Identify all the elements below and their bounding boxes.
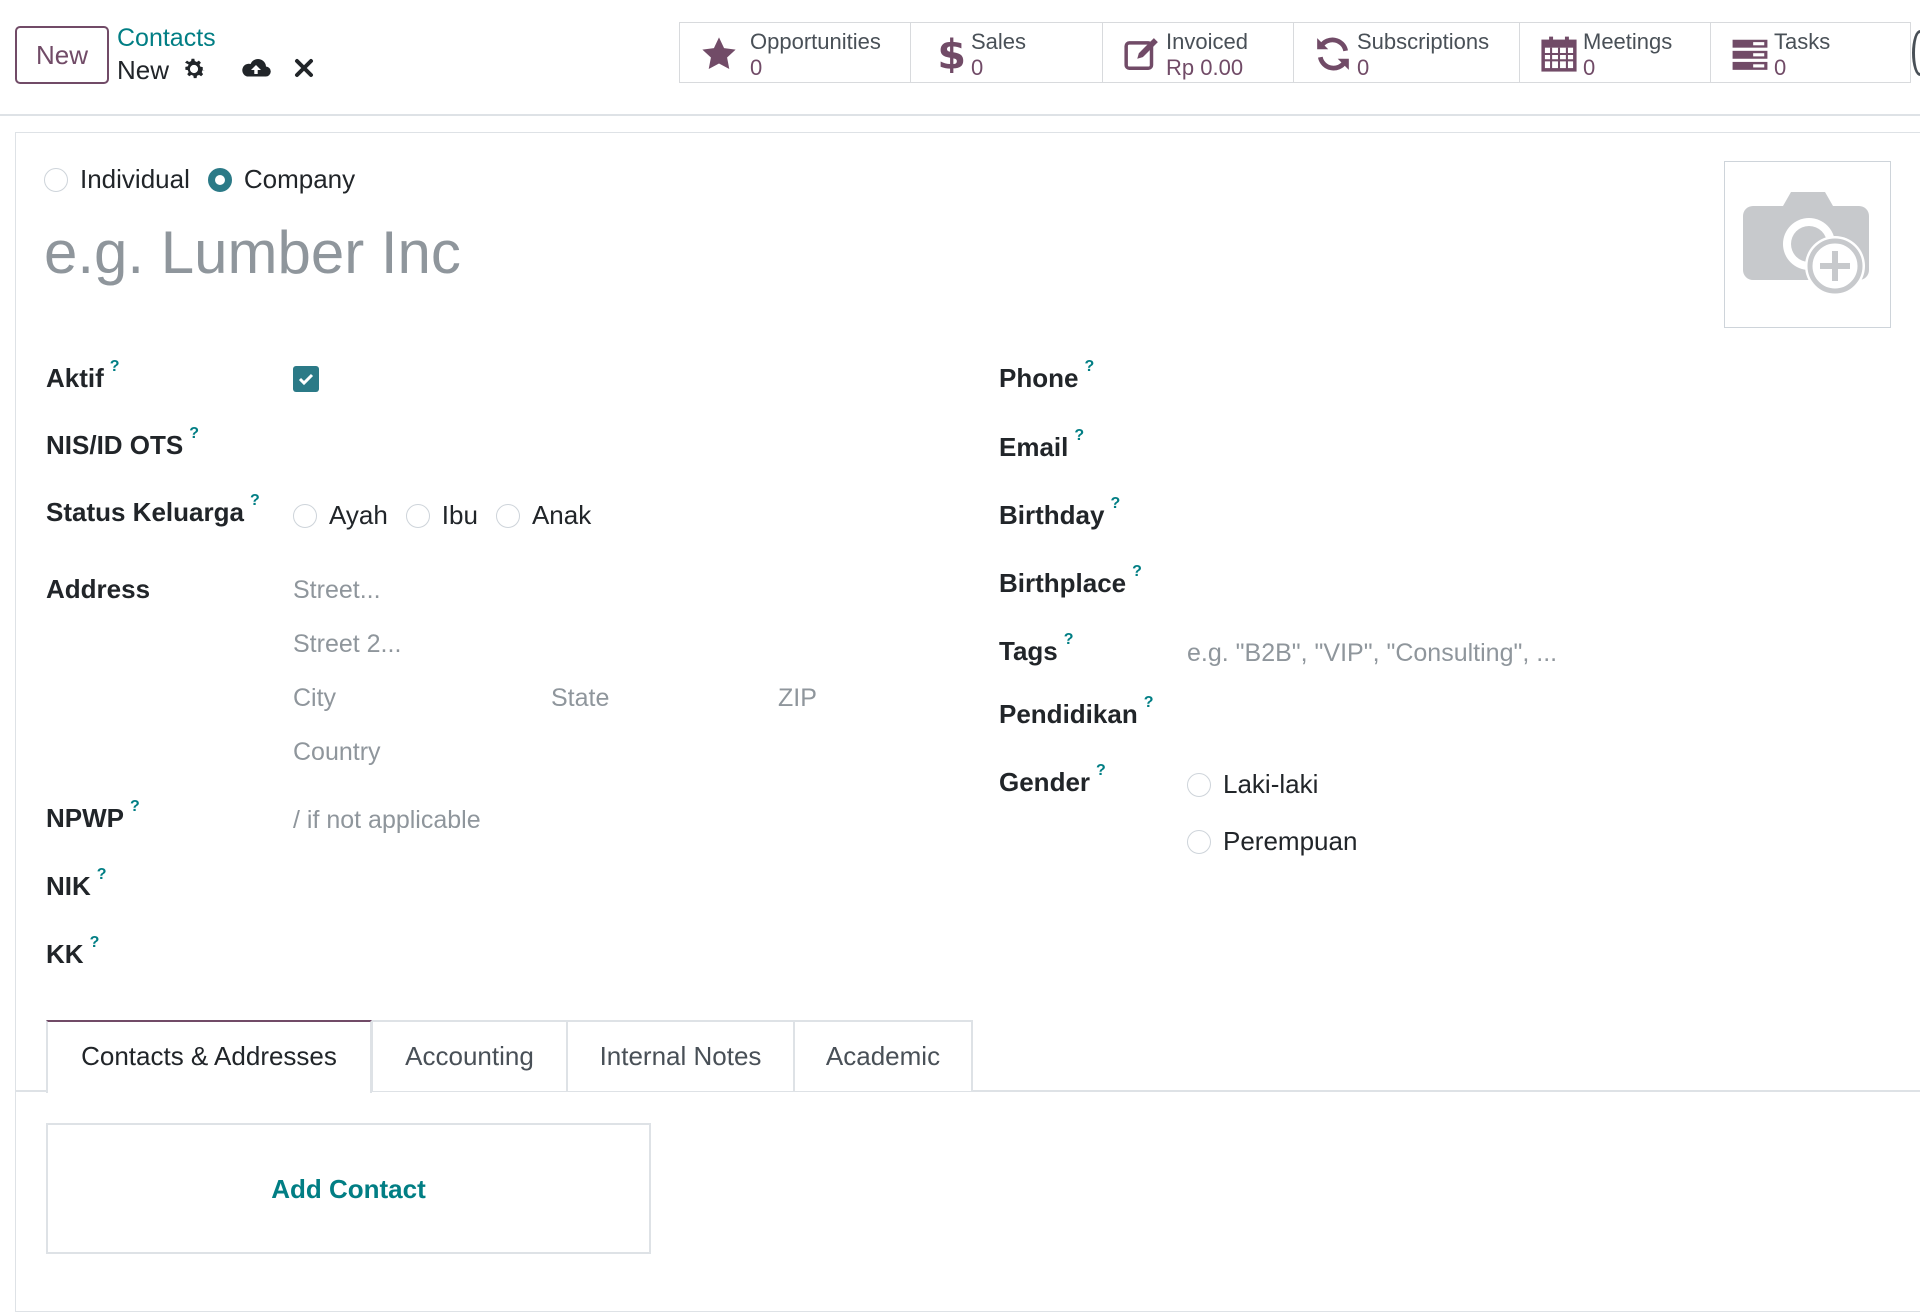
- smart-button-subscriptions[interactable]: Subscriptions 0: [1294, 23, 1520, 82]
- dollar-icon: $: [937, 35, 966, 73]
- help-icon[interactable]: ?: [1064, 631, 1074, 648]
- tab-contacts-addresses[interactable]: Contacts & Addresses: [46, 1020, 372, 1093]
- smart-button-value: 0: [1774, 55, 1787, 80]
- smart-button-title: Tasks: [1774, 29, 1831, 54]
- new-button[interactable]: New: [15, 26, 109, 84]
- smart-button-meetings[interactable]: Meetings 0: [1520, 23, 1711, 82]
- radio-laki-laki[interactable]: [1187, 772, 1211, 797]
- tasks-icon: [1732, 39, 1768, 70]
- radio-individual[interactable]: [44, 167, 68, 192]
- label-email: Email?: [999, 427, 1085, 462]
- label-birthplace: Birthplace?: [999, 563, 1142, 598]
- radio-perempuan[interactable]: [1187, 829, 1211, 854]
- zip-input[interactable]: ZIP: [778, 684, 817, 713]
- smart-button-sales[interactable]: $ Sales 0: [911, 23, 1103, 82]
- label-gender: Gender?: [999, 762, 1106, 797]
- gender-radio-perempuan: Perempuan: [1187, 826, 1357, 857]
- help-icon[interactable]: ?: [1144, 694, 1154, 711]
- gender-radio-laki: Laki-laki: [1187, 769, 1318, 800]
- label-nis: NIS/ID OTS?: [46, 425, 200, 460]
- cloud-upload-icon[interactable]: [240, 55, 272, 83]
- control-panel: New Contacts New Opportunities 0 $ Sales…: [0, 0, 1920, 116]
- radio-anak-label[interactable]: Anak: [532, 500, 591, 531]
- radio-individual-label[interactable]: Individual: [80, 164, 190, 195]
- label-status-keluarga: Status Keluarga?: [46, 492, 260, 527]
- help-icon[interactable]: ?: [1096, 762, 1106, 779]
- street-input[interactable]: Street...: [293, 576, 381, 605]
- breadcrumb-contacts[interactable]: Contacts: [117, 24, 216, 53]
- radio-perempuan-label[interactable]: Perempuan: [1223, 826, 1357, 857]
- help-icon[interactable]: ?: [250, 492, 260, 509]
- add-contact-button[interactable]: Add Contact: [46, 1123, 651, 1254]
- tab-internal-notes[interactable]: Internal Notes: [566, 1020, 795, 1091]
- smart-button-value: 0: [750, 55, 763, 80]
- smart-button-invoiced[interactable]: Invoiced Rp 0.00: [1103, 23, 1294, 82]
- gear-icon[interactable]: [180, 55, 208, 83]
- radio-ibu[interactable]: [405, 503, 430, 528]
- help-icon[interactable]: ?: [189, 425, 199, 442]
- help-icon[interactable]: ?: [1074, 427, 1084, 444]
- radio-company-label[interactable]: Company: [244, 164, 355, 195]
- svg-text:$: $: [937, 35, 966, 73]
- smart-button-value: Rp 0.00: [1166, 55, 1244, 80]
- label-phone: Phone?: [999, 358, 1095, 393]
- breadcrumb-current: New: [117, 55, 170, 85]
- tab-academic[interactable]: Academic: [793, 1020, 973, 1091]
- camera-plus-icon: [1743, 192, 1869, 296]
- help-icon[interactable]: ?: [110, 358, 120, 375]
- company-type-selector: Individual Company: [44, 164, 355, 195]
- label-birthday: Birthday?: [999, 495, 1121, 530]
- help-icon[interactable]: ?: [1132, 563, 1142, 580]
- state-select[interactable]: State: [551, 684, 609, 713]
- label-tags: Tags?: [999, 631, 1074, 666]
- avatar-upload[interactable]: [1724, 161, 1891, 328]
- help-icon[interactable]: ?: [97, 866, 107, 883]
- refresh-icon: [1317, 37, 1349, 71]
- label-address: Address: [46, 574, 151, 604]
- smart-button-value: 0: [1583, 55, 1596, 80]
- help-icon[interactable]: ?: [1110, 495, 1120, 512]
- tab-accounting[interactable]: Accounting: [371, 1020, 568, 1091]
- label-nik: NIK?: [46, 866, 107, 901]
- help-icon[interactable]: ?: [90, 934, 100, 951]
- radio-ayah-label[interactable]: Ayah: [329, 500, 388, 531]
- label-pendidikan: Pendidikan?: [999, 694, 1154, 729]
- radio-ayah[interactable]: [293, 503, 317, 528]
- smart-button-title: Opportunities: [750, 29, 881, 54]
- smart-button-opportunities[interactable]: Opportunities 0: [680, 23, 911, 82]
- radio-anak[interactable]: [495, 503, 520, 528]
- radio-ibu-label[interactable]: Ibu: [442, 500, 478, 531]
- smart-button-title: Invoiced: [1166, 29, 1248, 54]
- check-icon: [298, 373, 314, 386]
- help-icon[interactable]: ?: [1084, 358, 1094, 375]
- radio-laki-laki-label[interactable]: Laki-laki: [1223, 769, 1318, 800]
- smart-button-tasks[interactable]: Tasks 0: [1711, 23, 1911, 82]
- radio-company[interactable]: [207, 167, 232, 192]
- smart-button-title: Subscriptions: [1357, 29, 1490, 54]
- npwp-input[interactable]: / if not applicable: [293, 806, 481, 835]
- calendar-icon: [1541, 36, 1577, 72]
- help-icon[interactable]: ?: [130, 798, 140, 815]
- smart-button-more-icon[interactable]: [1912, 30, 1920, 76]
- discard-icon[interactable]: [292, 56, 316, 80]
- label-npwp: NPWP?: [46, 798, 140, 833]
- star-icon: [702, 37, 736, 70]
- smart-buttons: Opportunities 0 $ Sales 0 Invoiced Rp 0.…: [679, 22, 1911, 83]
- smart-button-value: 0: [1357, 55, 1370, 80]
- city-input[interactable]: City: [293, 684, 336, 713]
- tags-input[interactable]: e.g. "B2B", "VIP", "Consulting", ...: [1187, 639, 1557, 668]
- street2-input[interactable]: Street 2...: [293, 630, 401, 659]
- aktif-checkbox[interactable]: [293, 366, 319, 392]
- status-keluarga-radios: Ayah Ibu Anak: [293, 500, 591, 531]
- label-aktif: Aktif?: [46, 358, 120, 393]
- pencil-square-icon: [1124, 38, 1158, 70]
- country-select[interactable]: Country: [293, 738, 381, 767]
- smart-button-title: Sales: [971, 29, 1027, 54]
- smart-button-value: 0: [971, 55, 984, 80]
- name-input[interactable]: e.g. Lumber Inc: [44, 218, 461, 287]
- label-kk: KK?: [46, 934, 100, 969]
- smart-button-title: Meetings: [1583, 29, 1673, 54]
